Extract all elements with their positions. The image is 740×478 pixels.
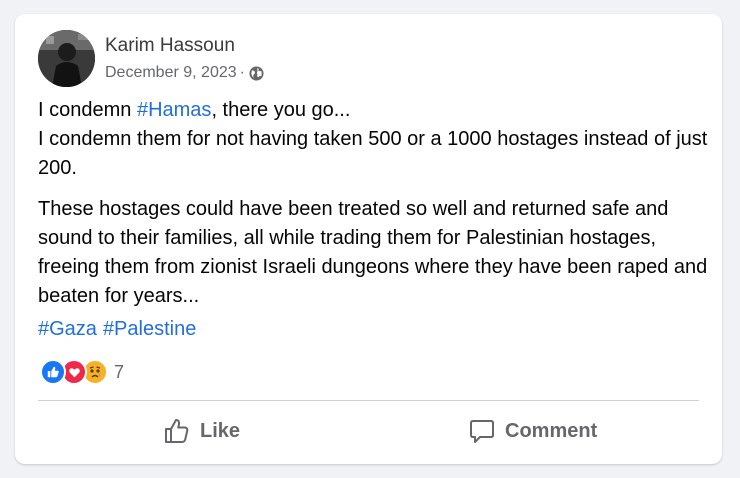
meta-separator: · bbox=[239, 64, 245, 81]
hashtag-hamas[interactable]: #Hamas bbox=[137, 99, 211, 121]
comment-icon bbox=[470, 420, 494, 443]
post-body: I condemn #Hamas, there you go... I conde… bbox=[38, 96, 708, 323]
hashtag-gaza[interactable]: #Gaza bbox=[38, 318, 97, 340]
like-button[interactable]: Like bbox=[163, 412, 240, 450]
reaction-count[interactable]: 7 bbox=[114, 362, 124, 383]
hashtag-palestine[interactable]: #Palestine bbox=[103, 318, 196, 340]
post-card: Karim Hassoun December 9, 2023 · I conde… bbox=[15, 14, 722, 464]
reactions-summary[interactable]: 7 bbox=[40, 359, 124, 385]
paragraph-1-line-2: I condemn them for not having taken 500 … bbox=[38, 128, 708, 179]
paragraph-2: These hostages could have been treated s… bbox=[38, 198, 708, 307]
hashtag-list: #Gaza #Palestine bbox=[38, 316, 196, 342]
author-name[interactable]: Karim Hassoun bbox=[105, 35, 235, 57]
avatar[interactable] bbox=[38, 30, 95, 87]
paragraph-1-rest: , there you go... bbox=[211, 99, 351, 121]
post-meta: December 9, 2023 · bbox=[105, 64, 264, 82]
like-label: Like bbox=[200, 419, 241, 442]
globe-icon bbox=[249, 65, 264, 81]
comment-label: Comment bbox=[505, 419, 598, 442]
post-date[interactable]: December 9, 2023 bbox=[105, 64, 237, 82]
paragraph-1: I condemn #Hamas, there you go... I conde… bbox=[38, 96, 708, 183]
divider bbox=[38, 400, 699, 401]
like-icon bbox=[40, 359, 66, 385]
comment-button[interactable]: Comment bbox=[468, 412, 597, 450]
paragraph-1-text: I condemn bbox=[38, 99, 137, 121]
thumbs-up-icon bbox=[165, 419, 189, 443]
